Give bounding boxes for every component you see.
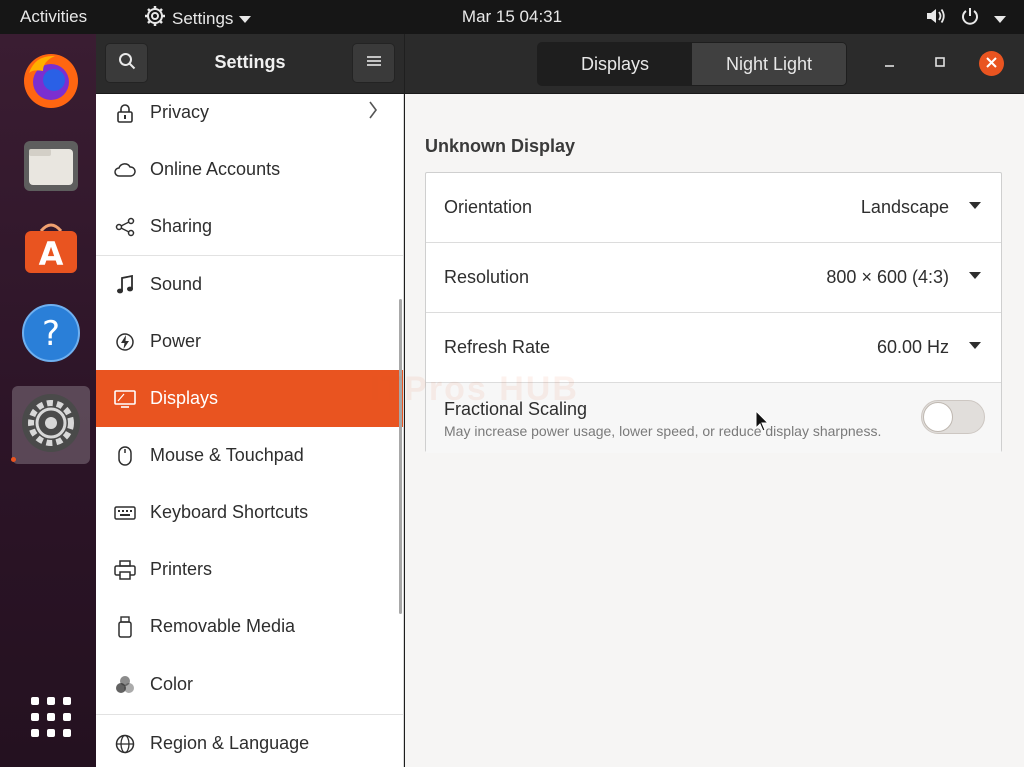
close-button[interactable] [979,51,1004,76]
displays-panel: Unknown Display Orientation Landscape Re… [405,94,1024,767]
chevron-down-icon[interactable] [994,9,1006,29]
sidebar-item-label: Sound [150,274,203,294]
refresh-rate-label: Refresh Rate [444,337,551,357]
sidebar-item-label: Printers [150,559,213,579]
sidebar-item-mouse-touchpad[interactable]: Mouse & Touchpad [96,427,403,484]
sidebar-item-label: Privacy [150,102,210,122]
dock-item-help[interactable]: ? [12,296,90,374]
sidebar-item-label: Keyboard Shortcuts [150,502,309,522]
share-icon [114,216,136,238]
orientation-value: Landscape [860,197,949,217]
printer-icon [114,559,136,581]
top-bar: Activities Settings Mar 15 04:31 [0,0,1024,34]
music-note-icon [114,274,136,296]
settings-icon [20,392,82,459]
svg-text:?: ? [42,314,60,354]
resolution-row[interactable]: Resolution 800 × 600 (4:3) [426,243,1001,313]
sidebar-item-displays[interactable]: Displays [96,370,403,427]
sidebar-item-privacy[interactable]: Privacy [96,94,403,141]
dropdown-arrow-icon [969,202,981,209]
show-applications-icon [29,695,73,744]
maximize-button[interactable] [933,51,947,76]
sidebar-item-label: Displays [150,388,219,408]
dropdown-arrow-icon [969,342,981,349]
sidebar-item-label: Color [150,674,194,694]
view-switcher: Displays Night Light [537,42,847,86]
dock-item-software[interactable]: A [12,212,90,290]
dock-item-files[interactable] [12,128,90,206]
display-settings-list: Orientation Landscape Resolution 800 × 6… [425,172,1002,453]
help-icon: ? [21,303,81,368]
firefox-icon [21,51,81,116]
files-icon [21,135,81,200]
orientation-label: Orientation [444,197,533,217]
switch-knob [923,402,953,432]
tab-night-light[interactable]: Night Light [692,43,846,85]
chevron-right-icon [368,100,378,125]
refresh-rate-value: 60.00 Hz [876,337,949,357]
sidebar-item-online-accounts[interactable]: Online Accounts [96,141,403,198]
sidebar-item-color[interactable]: Color [96,656,403,713]
sidebar-item-sound[interactable]: Sound [96,256,403,313]
dock-item-show-apps[interactable] [12,680,90,758]
header-bar: Settings Displays Night Light [96,34,1024,94]
sidebar-item-sharing[interactable]: Sharing [96,198,403,255]
resolution-value: 800 × 600 (4:3) [826,267,949,287]
dock-item-firefox[interactable] [12,44,90,122]
mouse-icon [114,445,136,467]
lock-icon [114,102,136,124]
system-tray[interactable] [926,6,1006,31]
sidebar-item-keyboard-shortcuts[interactable]: Keyboard Shortcuts [96,484,403,541]
sidebar-item-power[interactable]: Power [96,313,403,370]
mouse-pointer-icon [755,409,770,437]
settings-sidebar: Privacy Online Accounts Sharing Sound Po… [96,94,404,767]
globe-icon [114,733,136,755]
resolution-label: Resolution [444,267,530,287]
sidebar-item-label: Region & Language [150,733,310,753]
watermark: ITPros HUB [370,370,579,408]
sidebar-item-label: Removable Media [150,616,296,636]
dock-item-settings[interactable] [12,386,90,464]
menu-button[interactable] [352,43,395,83]
display-icon [114,388,136,410]
running-indicator [11,457,16,462]
power-menu-icon[interactable] [960,6,980,31]
hamburger-menu-icon [366,54,381,72]
sidebar-item-region-language[interactable]: Region & Language [96,715,403,767]
clock[interactable]: Mar 15 04:31 [0,7,1024,27]
fractional-scaling-switch[interactable] [921,400,985,434]
svg-text:A: A [39,235,64,273]
sidebar-scrollbar[interactable] [399,299,402,614]
sidebar-item-label: Online Accounts [150,159,281,179]
usb-drive-icon [114,615,136,638]
sidebar-item-label: Sharing [150,216,213,236]
sidebar-item-removable-media[interactable]: Removable Media [96,598,403,655]
cloud-icon [114,159,136,181]
volume-icon[interactable] [926,7,946,30]
close-icon [986,55,997,73]
software-center-icon: A [21,219,81,284]
header-separator [404,34,405,94]
sidebar-item-label: Mouse & Touchpad [150,445,304,465]
minimize-button[interactable] [883,51,897,76]
sidebar-item-label: Power [150,331,202,351]
sidebar-item-printers[interactable]: Printers [96,541,403,598]
color-icon [114,674,136,696]
display-name-heading: Unknown Display [425,136,576,156]
fractional-scaling-description: May increase power usage, lower speed, o… [444,423,882,439]
dropdown-arrow-icon [969,272,981,279]
dock: A ? [0,34,96,767]
keyboard-icon [114,502,136,524]
orientation-row[interactable]: Orientation Landscape [426,173,1001,243]
power-icon [114,331,136,353]
tab-displays[interactable]: Displays [538,43,692,85]
